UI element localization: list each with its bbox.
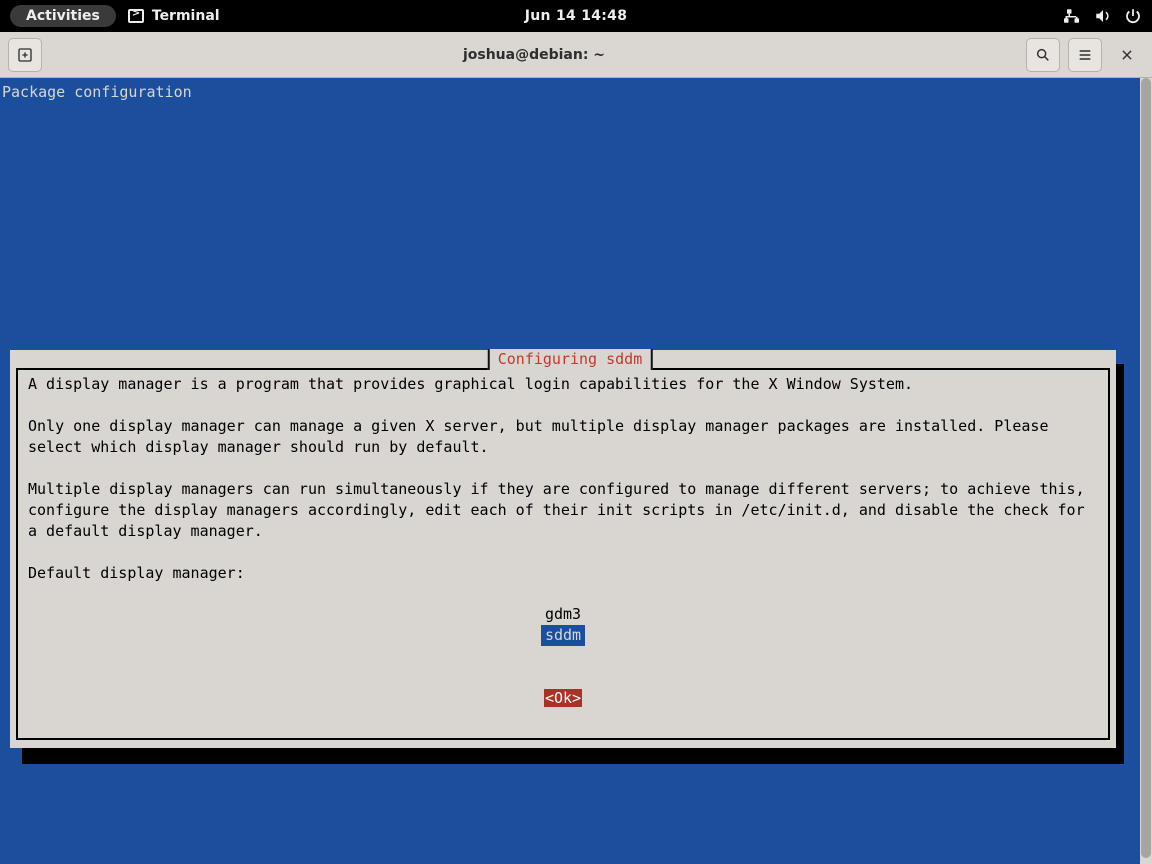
activities-button[interactable]: Activities [10,5,116,27]
network-icon[interactable] [1064,7,1082,25]
package-configuration-header: Package configuration [2,82,192,103]
scrollbar-thumb[interactable] [1141,78,1151,858]
current-app-indicator[interactable]: Terminal [128,8,220,24]
search-button[interactable] [1026,38,1060,72]
new-tab-button[interactable] [8,38,42,72]
gnome-top-bar: Activities Terminal Jun 14 14:48 [0,0,1152,32]
clock[interactable]: Jun 14 14:48 [525,8,628,24]
terminal-header-bar: joshua@debian: ~ [0,32,1152,78]
dialog-paragraph: Only one display manager can manage a gi… [28,416,1098,458]
dialog-prompt: Default display manager: [28,563,1098,584]
window-title: joshua@debian: ~ [50,47,1018,63]
terminal-viewport[interactable]: Package configuration Configuring sddm A… [0,78,1140,864]
system-tray[interactable] [1064,7,1142,25]
current-app-name: Terminal [152,8,220,24]
terminal-scrollbar[interactable] [1140,78,1152,864]
dialog-option-gdm3[interactable]: gdm3 [541,604,585,625]
dialog-title: Configuring sddm [492,349,649,370]
hamburger-menu-button[interactable] [1068,38,1102,72]
dialog-option-sddm[interactable]: sddm [541,625,585,646]
dialog-title-frame: Configuring sddm [488,349,653,370]
power-icon[interactable] [1124,7,1142,25]
debconf-dialog: A display manager is a program that prov… [16,368,1110,740]
terminal-icon [128,9,144,23]
dialog-paragraph: A display manager is a program that prov… [28,374,1098,395]
dialog-paragraph: Multiple display managers can run simult… [28,479,1098,542]
close-window-button[interactable] [1110,38,1144,72]
ok-button[interactable]: <Ok> [544,689,582,707]
dialog-option-list: gdm3 sddm [28,604,1098,646]
volume-icon[interactable] [1094,7,1112,25]
